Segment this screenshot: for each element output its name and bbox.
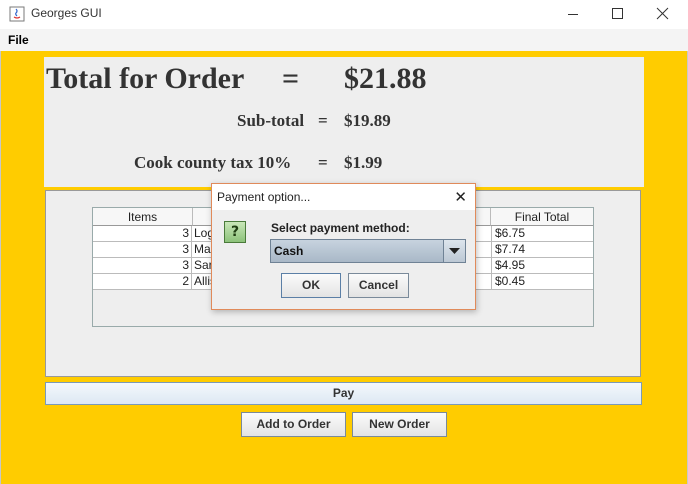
title-bar: Georges GUI <box>0 0 688 29</box>
close-icon <box>656 7 669 20</box>
payment-method-select[interactable]: Cash <box>270 239 466 263</box>
add-to-order-button[interactable]: Add to Order <box>241 412 346 437</box>
ok-button[interactable]: OK <box>281 273 341 298</box>
header-final-total[interactable]: Final Total <box>491 208 593 226</box>
cancel-button[interactable]: Cancel <box>348 273 409 298</box>
new-order-button[interactable]: New Order <box>352 412 447 437</box>
menu-file[interactable]: File <box>8 33 29 47</box>
menu-bar: File <box>0 29 688 51</box>
header-items[interactable]: Items <box>93 208 193 226</box>
row-qty: 3 <box>93 258 192 273</box>
payment-dialog: Payment option... ✕ ? Select payment met… <box>211 183 476 310</box>
tax-label: Cook county tax 10% <box>134 153 292 172</box>
dialog-close-icon[interactable]: ✕ <box>454 188 467 206</box>
minimize-icon <box>568 14 578 15</box>
payment-method-value: Cash <box>274 244 304 258</box>
subtotal-value: $19.89 <box>344 111 391 130</box>
question-icon: ? <box>224 221 246 243</box>
row-total: $6.75 <box>491 226 593 241</box>
dropdown-arrow[interactable] <box>443 240 465 262</box>
dialog-title-bar: Payment option... ✕ <box>212 184 475 210</box>
row-qty: 3 <box>93 242 192 257</box>
chevron-down-icon <box>449 248 460 254</box>
payment-method-label: Select payment method: <box>271 221 410 235</box>
row-qty: 3 <box>93 226 192 241</box>
row-qty: 2 <box>93 274 192 289</box>
total-label: Total for Order <box>46 62 245 95</box>
total-value: $21.88 <box>344 62 427 95</box>
maximize-icon <box>612 8 623 19</box>
close-button[interactable] <box>640 0 686 29</box>
pay-button[interactable]: Pay <box>45 382 642 405</box>
row-total: $7.74 <box>491 242 593 257</box>
subtotal-equals: = <box>318 111 328 130</box>
row-total: $0.45 <box>491 274 593 289</box>
maximize-button[interactable] <box>594 0 640 29</box>
row-total: $4.95 <box>491 258 593 273</box>
dialog-title: Payment option... <box>217 190 311 204</box>
total-equals: = <box>282 62 300 95</box>
java-icon <box>9 6 25 22</box>
subtotal-label: Sub-total <box>237 111 305 130</box>
tax-equals: = <box>318 153 328 172</box>
window-title: Georges GUI <box>31 6 102 20</box>
minimize-button[interactable] <box>550 0 596 29</box>
tax-value: $1.99 <box>344 153 383 172</box>
